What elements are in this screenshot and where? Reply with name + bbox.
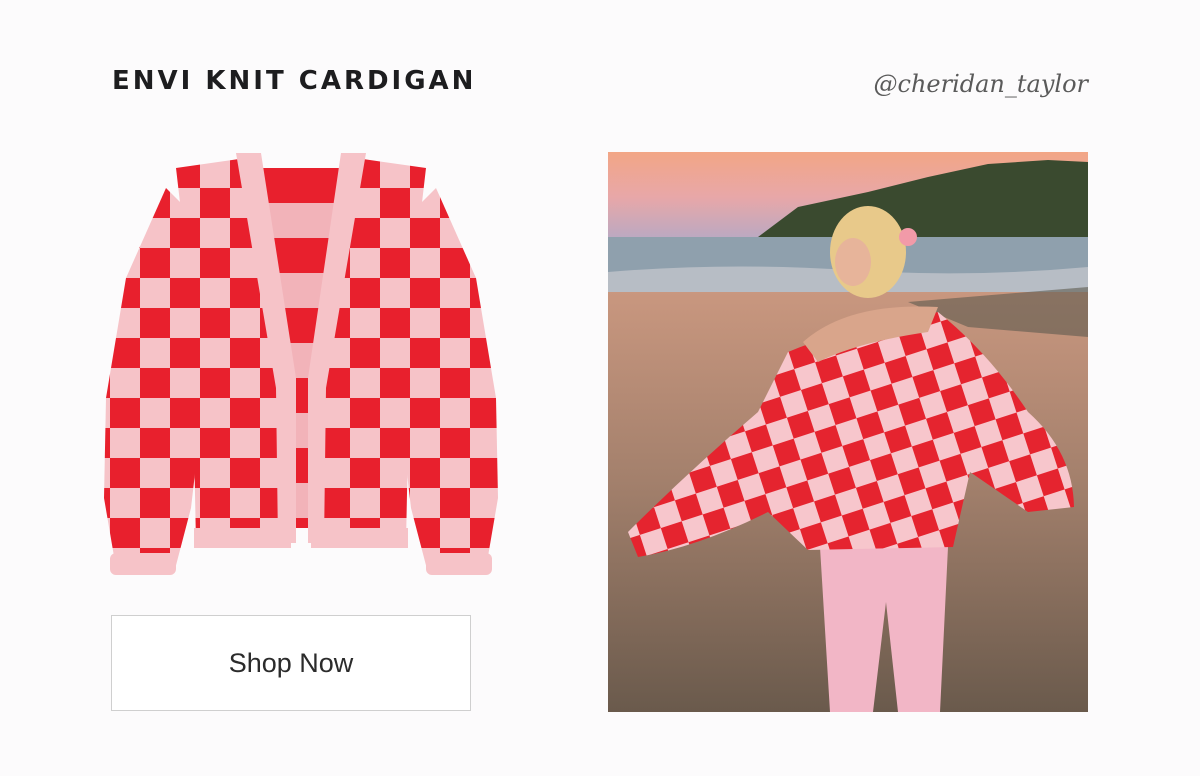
credit-handle[interactable]: @cheridan_taylor — [874, 70, 1089, 98]
product-image[interactable] — [96, 148, 506, 580]
shop-now-button[interactable]: Shop Now — [111, 615, 471, 711]
lifestyle-photo[interactable] — [608, 152, 1088, 712]
product-title: ENVI KNIT CARDIGAN — [112, 66, 477, 96]
